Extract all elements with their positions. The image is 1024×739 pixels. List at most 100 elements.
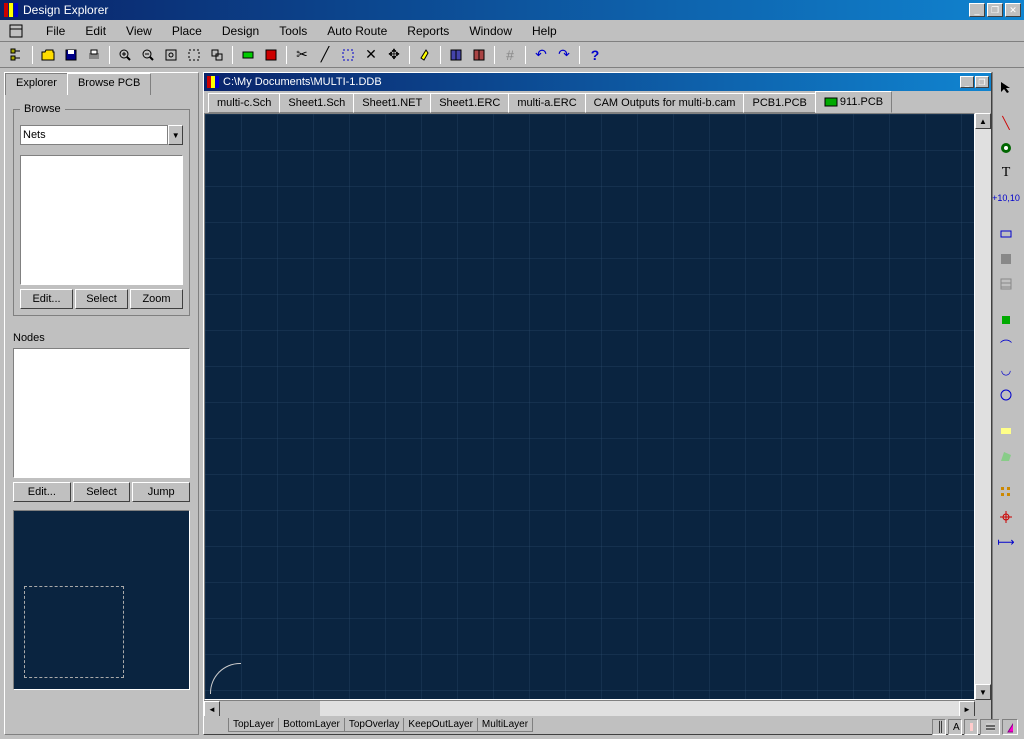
tool-browse-icon[interactable] — [260, 44, 282, 66]
tool-grid-icon[interactable]: # — [499, 44, 521, 66]
menu-view[interactable]: View — [116, 22, 162, 40]
tool-zoomsel-icon[interactable] — [206, 44, 228, 66]
browse-legend: Browse — [20, 103, 65, 115]
tool-highlight-icon[interactable] — [414, 44, 436, 66]
rtool-line-icon[interactable]: ╲ — [995, 112, 1017, 134]
nodes-edit-button[interactable]: Edit... — [13, 482, 71, 502]
rtool-cursor-icon[interactable] — [995, 76, 1017, 98]
tool-component-icon[interactable] — [237, 44, 259, 66]
layer-tab-topoverlay[interactable]: TopOverlay — [344, 718, 405, 732]
rtool-comp1-icon[interactable] — [995, 223, 1017, 245]
doc-tab-1[interactable]: Sheet1.Sch — [279, 93, 354, 113]
preview-box — [13, 510, 190, 690]
tool-book2-icon[interactable] — [468, 44, 490, 66]
titlebar-text: Design Explorer — [23, 3, 967, 17]
doc-title: C:\My Documents\MULTI-1.DDB — [223, 76, 959, 88]
right-toolbar: ╲ T +10,10 ⌒ ◡ ⟼ — [992, 72, 1020, 735]
rtool-poly-icon[interactable] — [995, 445, 1017, 467]
menu-autoroute[interactable]: Auto Route — [317, 22, 397, 40]
menu-icon — [8, 23, 24, 39]
browse-select-dropdown-icon[interactable]: ▼ — [168, 125, 183, 145]
rtool-arc2-icon[interactable]: ◡ — [995, 359, 1017, 381]
tool-print-icon[interactable] — [83, 44, 105, 66]
tool-move-icon[interactable]: ✥ — [383, 44, 405, 66]
tool-tree-icon[interactable] — [6, 44, 28, 66]
menu-window[interactable]: Window — [459, 22, 522, 40]
layer-tab-keepout[interactable]: KeepOutLayer — [403, 718, 478, 732]
tool-open-icon[interactable] — [37, 44, 59, 66]
rtool-dimension-icon[interactable]: +10,10 — [995, 187, 1017, 209]
nodes-jump-button[interactable]: Jump — [132, 482, 190, 502]
tool-select-icon[interactable] — [337, 44, 359, 66]
browse-listbox[interactable] — [20, 155, 183, 285]
rtool-hatch-icon[interactable] — [995, 273, 1017, 295]
doc-minimize-button[interactable]: _ — [960, 76, 974, 88]
tool-zoomout-icon[interactable] — [137, 44, 159, 66]
tool-book1-icon[interactable] — [445, 44, 467, 66]
app-icon — [3, 2, 19, 18]
scroll-down-icon[interactable]: ▼ — [975, 684, 991, 700]
document-window: C:\My Documents\MULTI-1.DDB _ ❐ multi-c.… — [203, 72, 992, 735]
doc-tab-6[interactable]: PCB1.PCB — [743, 93, 815, 113]
layer-tab-bottom[interactable]: BottomLayer — [278, 718, 345, 732]
menu-file[interactable]: File — [36, 22, 75, 40]
canvas[interactable] — [204, 113, 975, 700]
browse-select[interactable] — [20, 125, 168, 145]
tool-deselect-icon[interactable]: ✕ — [360, 44, 382, 66]
nodes-select-button[interactable]: Select — [73, 482, 131, 502]
maximize-button[interactable]: ❐ — [987, 3, 1003, 17]
menu-design[interactable]: Design — [212, 22, 269, 40]
tool-zoomfit-icon[interactable] — [160, 44, 182, 66]
rtool-array-icon[interactable] — [995, 481, 1017, 503]
tool-zoomarea-icon[interactable] — [183, 44, 205, 66]
horizontal-scrollbar[interactable]: ◄ ► — [204, 700, 975, 716]
main-area: Explorer Browse PCB Browse ▼ Edit... Sel… — [0, 68, 1024, 739]
minimize-button[interactable]: _ — [969, 3, 985, 17]
menu-tools[interactable]: Tools — [269, 22, 317, 40]
tool-undo-icon[interactable]: ↶ — [530, 44, 552, 66]
doc-tab-2[interactable]: Sheet1.NET — [353, 93, 431, 113]
rtool-arc1-icon[interactable]: ⌒ — [995, 334, 1017, 356]
status-cell-4 — [1002, 719, 1018, 735]
rtool-comp2-icon[interactable] — [995, 248, 1017, 270]
rtool-dim2-icon[interactable]: ⟼ — [995, 531, 1017, 553]
doc-tab-7-label: 911.PCB — [840, 96, 883, 108]
close-button[interactable]: ✕ — [1005, 3, 1021, 17]
browse-zoom-button[interactable]: Zoom — [130, 289, 183, 309]
layer-tab-multi[interactable]: MultiLayer — [477, 718, 533, 732]
tool-line-icon[interactable]: ╱ — [314, 44, 336, 66]
doc-tab-7[interactable]: 911.PCB — [815, 91, 892, 113]
browse-select-button[interactable]: Select — [75, 289, 128, 309]
doc-tab-4[interactable]: multi-a.ERC — [508, 93, 585, 113]
tool-cut-icon[interactable]: ✂ — [291, 44, 313, 66]
scroll-up-icon[interactable]: ▲ — [975, 113, 991, 129]
menu-help[interactable]: Help — [522, 22, 567, 40]
doc-tab-5[interactable]: CAM Outputs for multi-b.cam — [585, 93, 745, 113]
tab-explorer[interactable]: Explorer — [5, 73, 68, 95]
scroll-right-icon[interactable]: ► — [959, 701, 975, 717]
menu-place[interactable]: Place — [162, 22, 212, 40]
doc-tab-0[interactable]: multi-c.Sch — [208, 93, 280, 113]
tool-save-icon[interactable] — [60, 44, 82, 66]
browse-edit-button[interactable]: Edit... — [20, 289, 73, 309]
tab-browse-pcb[interactable]: Browse PCB — [67, 73, 151, 95]
nodes-listbox[interactable] — [13, 348, 190, 478]
rtool-text-icon[interactable]: T — [995, 162, 1017, 184]
rtool-rect-icon[interactable] — [995, 420, 1017, 442]
layer-tab-top[interactable]: TopLayer — [228, 718, 279, 732]
doc-tabs: multi-c.Sch Sheet1.Sch Sheet1.NET Sheet1… — [204, 91, 991, 113]
menubar: File Edit View Place Design Tools Auto R… — [0, 20, 1024, 42]
rtool-origin-icon[interactable] — [995, 506, 1017, 528]
doc-tab-3[interactable]: Sheet1.ERC — [430, 93, 509, 113]
status-cell-1: A — [948, 719, 962, 735]
doc-maximize-button[interactable]: ❐ — [975, 76, 989, 88]
rtool-pad-icon[interactable] — [995, 137, 1017, 159]
rtool-circle-icon[interactable] — [995, 384, 1017, 406]
menu-edit[interactable]: Edit — [75, 22, 116, 40]
tool-zoomin-icon[interactable] — [114, 44, 136, 66]
rtool-chip-icon[interactable] — [995, 309, 1017, 331]
scroll-left-icon[interactable]: ◄ — [204, 701, 220, 717]
tool-redo-icon[interactable]: ↷ — [553, 44, 575, 66]
menu-reports[interactable]: Reports — [397, 22, 459, 40]
tool-help-icon[interactable]: ? — [584, 44, 606, 66]
